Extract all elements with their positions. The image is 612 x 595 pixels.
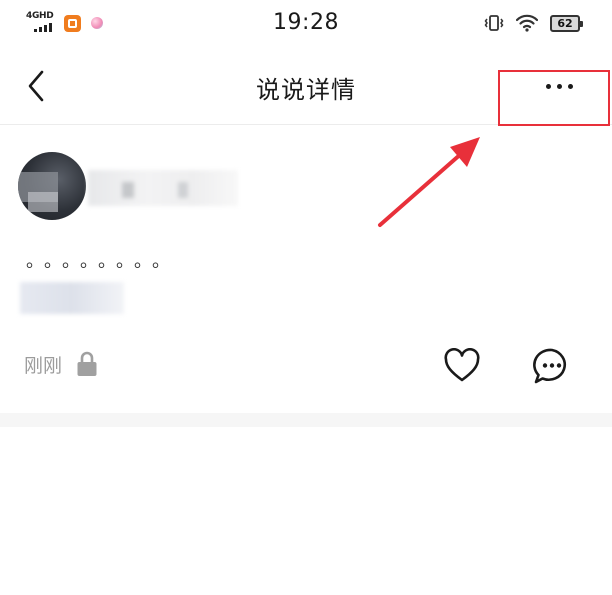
post-header: [18, 150, 238, 222]
username-redacted[interactable]: [88, 170, 238, 206]
annotation-arrow: [378, 137, 480, 227]
comment-icon[interactable]: [532, 346, 572, 386]
lock-icon: [77, 351, 97, 376]
more-dots-icon: [546, 84, 573, 89]
status-right: 62: [484, 13, 583, 33]
post-time: 刚刚: [24, 354, 63, 377]
vibrate-icon: [484, 15, 504, 31]
nav-bar: 说说详情: [0, 48, 612, 126]
post-content: 。。。。。。。。: [26, 251, 179, 272]
post-image-redacted[interactable]: [20, 282, 124, 314]
battery-indicator: 62: [550, 14, 583, 32]
post-meta: 刚刚: [24, 350, 98, 378]
avatar[interactable]: [18, 152, 86, 220]
wifi-icon: [516, 14, 538, 32]
section-divider: [0, 413, 612, 427]
heart-icon[interactable]: [443, 348, 481, 384]
more-button[interactable]: [498, 70, 610, 126]
status-bar: 4GHD 19:28 62: [0, 0, 612, 48]
